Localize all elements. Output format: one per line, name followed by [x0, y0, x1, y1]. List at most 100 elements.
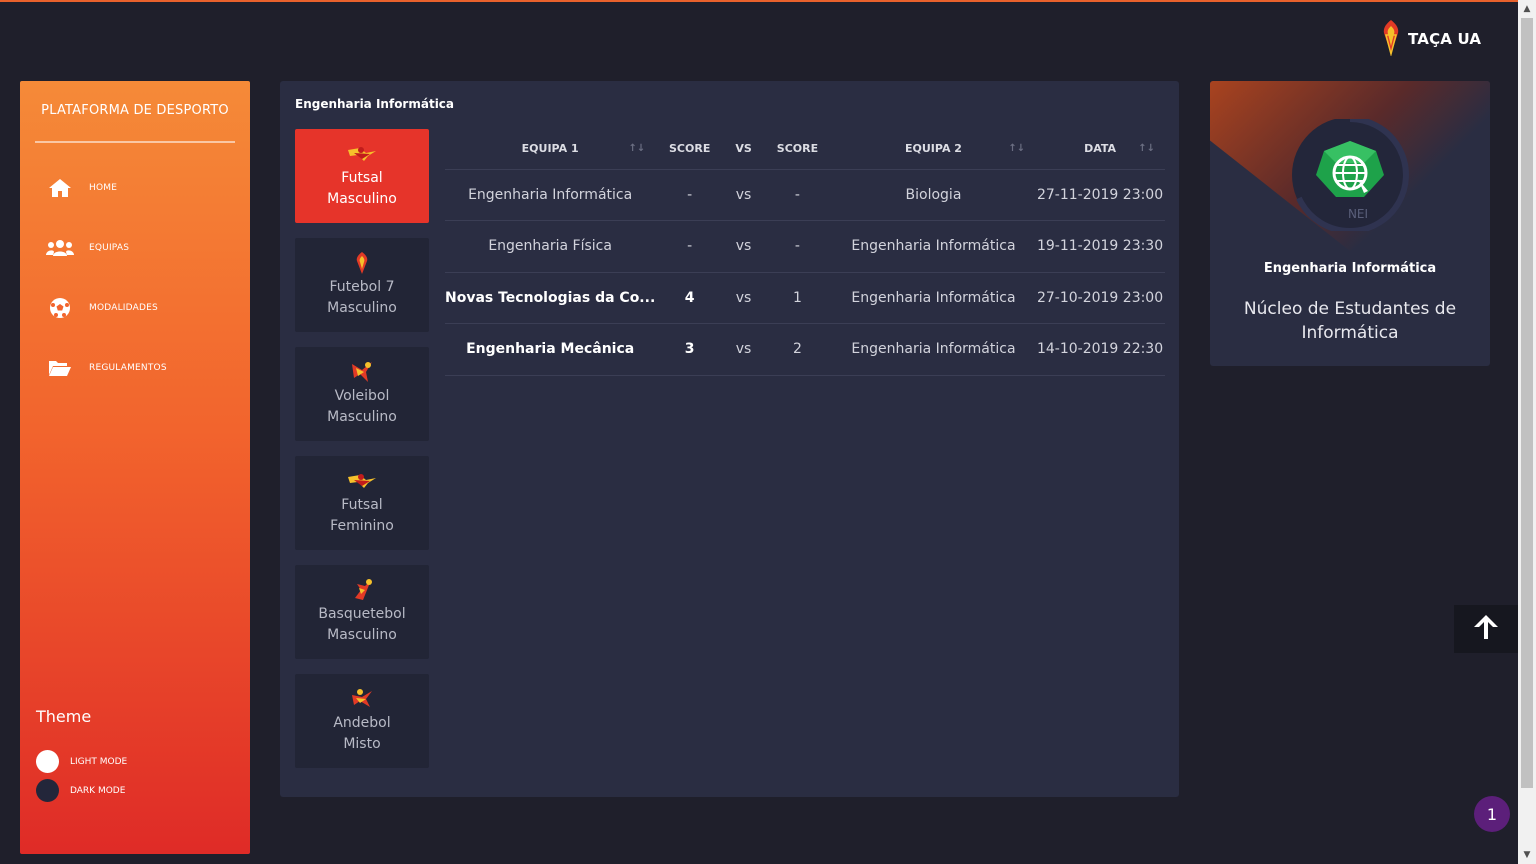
top-accent-line	[0, 0, 1518, 2]
sport-card-label-2: Masculino	[327, 409, 397, 425]
cell-team1: Engenharia Física	[445, 220, 656, 273]
dark-mode-label: DARK MODE	[70, 785, 126, 796]
sidebar-item-equipas[interactable]: EQUIPAS	[46, 233, 129, 263]
sport-card-futsal-masculino[interactable]: Futsal Masculino	[295, 129, 429, 223]
cell-team1: Novas Tecnologias da Co...	[445, 272, 656, 324]
sport-card-label-2: Masculino	[327, 300, 397, 316]
cell-score1: 3	[655, 323, 725, 376]
dark-mode-swatch[interactable]	[36, 779, 59, 802]
sidebar-item-label: EQUIPAS	[89, 243, 130, 253]
sort-icon: ↑↓	[1008, 143, 1026, 154]
sport-card-voleibol-masculino[interactable]: Voleibol Masculino	[295, 347, 429, 441]
scroll-down-icon[interactable]: ▼	[1518, 846, 1536, 864]
sidebar-item-label: REGULAMENTOS	[89, 363, 167, 373]
sport-card-label-2: Misto	[343, 736, 381, 752]
cell-score1: -	[655, 169, 725, 221]
torch-icon	[353, 251, 371, 275]
cell-vs: vs	[724, 272, 764, 324]
sidebar-title[interactable]: PLATAFORMA DE DESPORTO	[20, 103, 250, 118]
users-icon	[46, 237, 74, 259]
folder-open-icon	[46, 357, 74, 379]
scroll-up-icon[interactable]: ▲	[1518, 0, 1536, 18]
cell-date: 27-11-2019 23:00	[1035, 169, 1165, 221]
cell-score2: -	[763, 169, 832, 221]
column-header-equipa1[interactable]: EQUIPA 1 ↑↓	[445, 129, 656, 170]
light-mode-swatch[interactable]	[36, 750, 59, 773]
cell-vs: vs	[724, 220, 764, 273]
sport-card-basquetebol-masculino[interactable]: Basquetebol Masculino	[295, 565, 429, 659]
team-card: NEI Engenharia Informática Núcleo de Est…	[1210, 81, 1490, 366]
team-card-subtitle: Núcleo de Estudantes de Informática	[1243, 299, 1457, 343]
sport-card-label-2: Masculino	[327, 627, 397, 643]
cell-score2: 2	[763, 323, 832, 376]
column-header-vs: VS	[724, 129, 764, 170]
cell-team2: Engenharia Informática	[831, 220, 1036, 273]
sport-card-futsal-feminino[interactable]: Futsal Feminino	[295, 456, 429, 550]
futsal-player-icon	[346, 469, 378, 493]
scrollbar-thumb[interactable]	[1521, 18, 1533, 788]
table-row: Engenharia Informática - vs - Biologia 2…	[445, 169, 1165, 221]
sort-icon: ↑↓	[1138, 143, 1155, 154]
table-header-row: EQUIPA 1 ↑↓ SCORE VS SCORE EQUIPA 2 ↑↓ DAT…	[445, 129, 1165, 170]
brand-name: TAÇA UA	[1408, 30, 1482, 48]
cell-score1: -	[655, 220, 725, 273]
handball-player-icon	[348, 687, 376, 711]
sort-icon: ↑↓	[628, 143, 646, 154]
cell-team1: Engenharia Mecânica	[445, 323, 656, 376]
sidebar-item-label: MODALIDADES	[89, 303, 158, 313]
sport-card-label-2: Masculino	[327, 191, 397, 207]
sidebar-divider	[35, 141, 235, 143]
column-header-equipa2[interactable]: EQUIPA 2 ↑↓	[831, 129, 1036, 170]
home-icon	[46, 177, 74, 199]
table-row: Novas Tecnologias da Co... 4 vs 1 Engenh…	[445, 272, 1165, 324]
sidebar-item-modalidades[interactable]: MODALIDADES	[46, 293, 158, 323]
back-to-top-button[interactable]	[1454, 605, 1518, 653]
soccer-ball-icon	[46, 297, 74, 319]
cell-vs: vs	[724, 323, 764, 376]
table-row: Engenharia Mecânica 3 vs 2 Engenharia In…	[445, 323, 1165, 376]
sport-card-andebol-misto[interactable]: Andebol Misto	[295, 674, 429, 768]
cell-score2: 1	[763, 272, 832, 324]
cell-score2: -	[763, 220, 832, 273]
brand[interactable]: TAÇA UA	[1378, 18, 1481, 60]
sport-card-label-2: Feminino	[330, 518, 394, 534]
column-header-score2: SCORE	[763, 129, 832, 170]
cell-date: 19-11-2019 23:30	[1035, 220, 1165, 273]
notification-badge[interactable]: 1	[1474, 796, 1510, 832]
light-mode-option[interactable]: LIGHT MODE	[36, 750, 127, 773]
cell-date: 27-10-2019 23:00	[1035, 272, 1165, 324]
sidebar-item-label: HOME	[89, 183, 118, 193]
cell-score1: 4	[655, 272, 725, 324]
cell-team2: Engenharia Informática	[831, 272, 1036, 324]
cell-team2: Engenharia Informática	[831, 323, 1036, 376]
sport-card-futebol-7-masculino[interactable]: Futebol 7 Masculino	[295, 238, 429, 332]
cell-vs: vs	[724, 169, 764, 221]
nei-logo-text: NEI	[1348, 207, 1368, 221]
sport-card-label-1: Futsal	[341, 497, 383, 513]
cell-team2: Biologia	[831, 169, 1036, 221]
column-header-score1: SCORE	[655, 129, 725, 170]
sport-card-label-1: Voleibol	[334, 388, 390, 404]
games-panel: Engenharia Informática Futsal Masculino …	[280, 81, 1179, 797]
column-header-data[interactable]: DATA ↑↓	[1035, 129, 1165, 170]
dark-mode-option[interactable]: DARK MODE	[36, 779, 125, 802]
sidebar-item-regulamentos[interactable]: REGULAMENTOS	[46, 353, 167, 383]
cell-date: 14-10-2019 22:30	[1035, 323, 1165, 376]
scrollbar[interactable]: ▲ ▼	[1518, 0, 1536, 864]
page-title: Engenharia Informática	[295, 97, 455, 111]
sidebar: PLATAFORMA DE DESPORTO HOME EQUIPAS MODA…	[20, 81, 250, 854]
cell-team1: Engenharia Informática	[445, 169, 656, 221]
sport-card-label-1: Basquetebol	[318, 606, 406, 622]
sport-card-label-1: Futebol 7	[329, 279, 395, 295]
theme-title: Theme	[36, 707, 92, 726]
team-card-name: Engenharia Informática	[1263, 261, 1437, 276]
volleyball-player-icon	[348, 360, 376, 384]
arrow-up-icon	[1472, 613, 1500, 645]
table-row: Engenharia Física - vs - Engenharia Info…	[445, 220, 1165, 273]
sidebar-item-home[interactable]: HOME	[46, 173, 117, 203]
basketball-player-icon	[349, 578, 375, 602]
sport-card-label-1: Futsal	[341, 170, 383, 186]
futsal-player-icon	[346, 142, 378, 166]
sport-card-label-1: Andebol	[333, 715, 391, 731]
nei-logo-icon: NEI	[1284, 116, 1416, 234]
